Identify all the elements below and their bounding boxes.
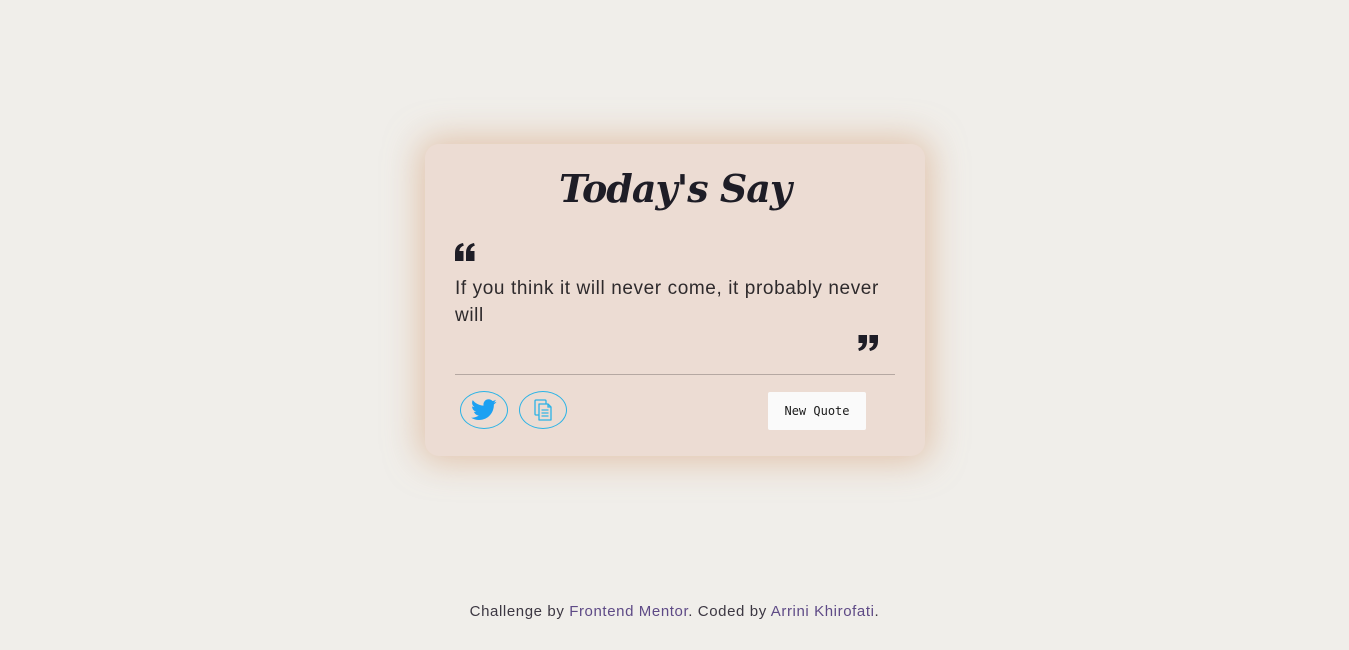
twitter-icon [471,399,497,420]
attribution-suffix: . [874,603,880,620]
attribution-middle: . Coded by [688,603,771,620]
open-quote-icon [455,243,475,261]
tweet-button[interactable] [460,391,508,429]
page: Today's Say If you think it will never c… [0,0,1349,650]
quote-card: Today's Say If you think it will never c… [425,144,925,456]
divider [455,374,895,375]
attribution: Challenge by Frontend Mentor. Coded by A… [0,603,1349,620]
copy-button[interactable] [519,391,567,429]
close-quote-icon [858,335,878,351]
quote-text: If you think it will never come, it prob… [455,278,879,326]
new-quote-button[interactable]: New Quote [768,392,866,430]
card-title: Today's Say [559,166,792,211]
attribution-prefix: Challenge by [469,603,570,620]
frontend-mentor-link[interactable]: Frontend Mentor [569,603,688,620]
copy-icon [534,399,552,421]
author-link[interactable]: Arrini Khirofati [771,603,875,620]
